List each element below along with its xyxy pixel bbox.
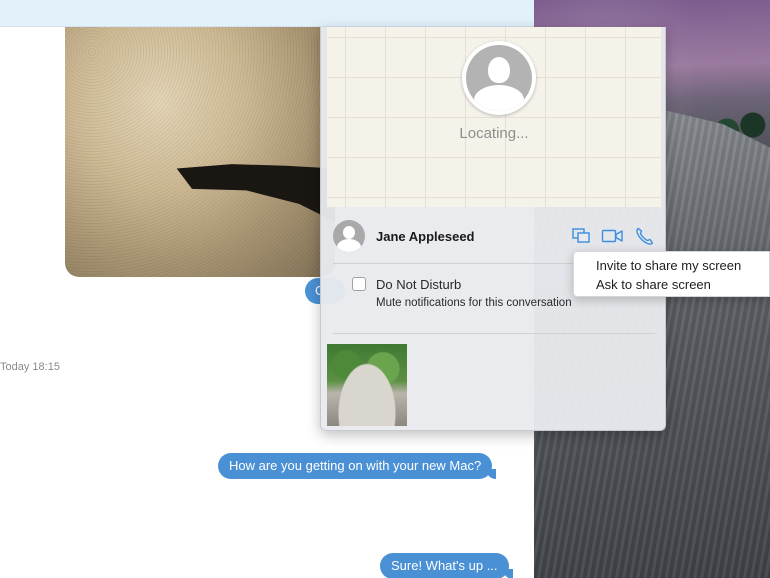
contact-details-popover: Locating... Jane Appleseed Do Not Distur…	[320, 27, 666, 431]
message-timestamp: Today 18:15	[0, 361, 60, 373]
invite-share-screen-item[interactable]: Invite to share my screen	[596, 258, 741, 273]
photo-attachment-message[interactable]	[65, 27, 335, 277]
ask-share-screen-item[interactable]: Ask to share screen	[596, 277, 711, 292]
contact-row: Jane Appleseed	[331, 220, 657, 254]
phone-icon[interactable]	[633, 226, 655, 246]
video-camera-icon[interactable]	[601, 226, 623, 246]
do-not-disturb-description: Mute notifications for this conversation	[376, 297, 572, 309]
map-avatar	[462, 41, 536, 115]
divider	[333, 333, 655, 334]
location-map[interactable]: Locating...	[327, 27, 661, 207]
location-status: Locating...	[459, 125, 529, 142]
message-bubble[interactable]: Sure! What's up ...	[380, 553, 513, 578]
contact-avatar	[333, 220, 365, 252]
message-bubble[interactable]: How are you getting on with your new Mac…	[218, 453, 497, 479]
do-not-disturb-label[interactable]: Do Not Disturb	[376, 277, 461, 292]
shared-photo-thumbnail[interactable]	[327, 344, 407, 426]
do-not-disturb-checkbox[interactable]	[352, 277, 366, 291]
screen-share-menu: Invite to share my screen Ask to share s…	[573, 251, 770, 297]
contact-name: Jane Appleseed	[376, 229, 475, 244]
screen-share-icon[interactable]	[571, 226, 593, 246]
